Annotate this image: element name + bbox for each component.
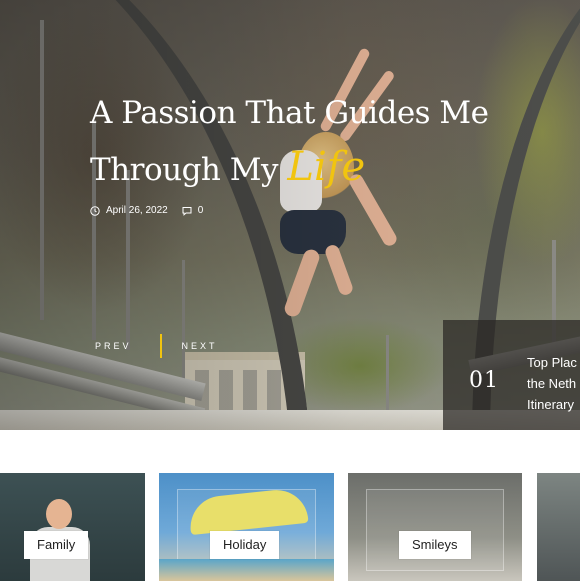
post-meta: April 26, 2022 0 [90,205,203,216]
comment-count: 0 [197,205,204,216]
category-label[interactable]: Holiday [210,531,280,559]
hero-slider: A Passion That Guides Me Through My Life… [0,0,580,430]
hero-title-line-2-text[interactable]: Through My [90,152,287,188]
category-card-holiday[interactable]: Holiday [159,473,334,581]
post-comments[interactable]: 0 [182,205,204,216]
prev-button[interactable]: PREV [95,341,132,351]
hero-title[interactable]: A Passion That Guides Me Through My Life [90,86,489,197]
category-image [159,559,334,581]
hero-title-accent[interactable]: Life [287,144,365,190]
next-button[interactable]: NEXT [182,341,218,351]
category-card-family[interactable]: Family [0,473,145,581]
hero-title-line-2[interactable]: Through My Life [90,140,489,197]
category-image [46,499,72,529]
category-label[interactable]: Family [24,531,89,559]
next-slide-number: 01 [469,368,499,393]
category-card-next[interactable] [537,473,580,581]
next-slide-title[interactable]: Top Plac the Neth Itinerary [527,352,580,415]
category-label[interactable]: Smileys [399,531,471,559]
nav-divider [159,334,162,358]
next-slide-card[interactable]: 01 Top Plac the Neth Itinerary [443,320,580,430]
hero-title-line-1[interactable]: A Passion That Guides Me [90,86,489,140]
slider-nav: PREV NEXT [95,334,218,358]
category-card-smileys[interactable]: Smileys [348,473,522,581]
comment-icon [182,206,192,216]
post-date[interactable]: April 26, 2022 [106,205,168,216]
category-strip: Family Holiday Smileys [0,473,580,581]
clock-icon [90,205,100,216]
